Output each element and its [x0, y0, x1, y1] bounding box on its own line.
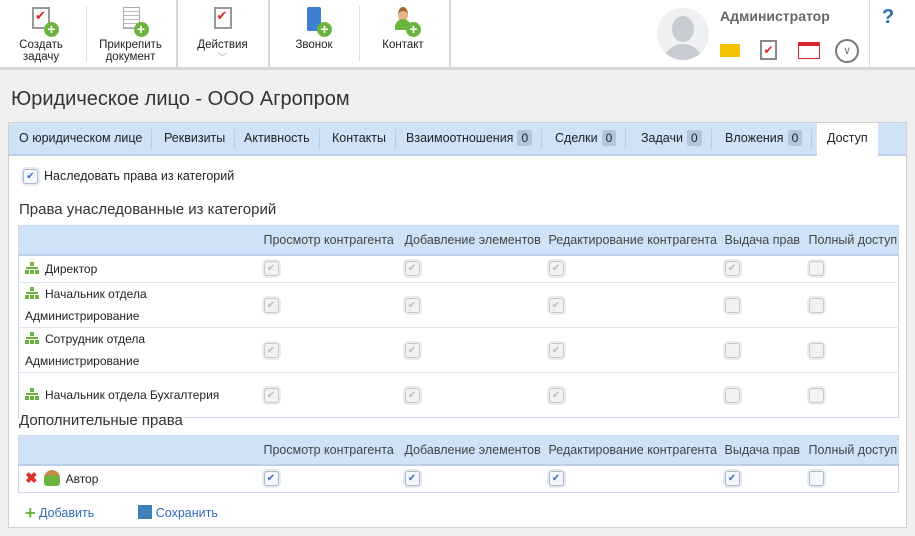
save-icon: [137, 505, 152, 519]
attach-document-button[interactable]: + Прикрепить документ: [93, 0, 168, 67]
right-checkbox: ✔: [724, 261, 740, 277]
org-structure-icon: [25, 261, 39, 274]
chevron-down-icon: ﹀: [217, 53, 228, 64]
table-row: ✖ Автор ✔ ✔ ✔ ✔: [18, 464, 899, 493]
role-name: Сотрудник отдела Администрирование: [25, 332, 146, 368]
right-checkbox: [724, 387, 740, 403]
content-panel: О юридическом лице Реквизиты Активность Кон…: [8, 122, 907, 528]
count-badge: 0: [686, 130, 702, 146]
org-structure-icon: [25, 332, 39, 344]
tasks-icon[interactable]: ✔: [760, 40, 777, 60]
right-checkbox: [808, 342, 824, 358]
tab-8[interactable]: Доступ: [817, 123, 878, 156]
phone-add-icon: +: [299, 5, 332, 37]
right-checkbox: ✔: [548, 342, 564, 358]
tab-1[interactable]: Реквизиты: [154, 123, 236, 154]
actions-button[interactable]: Действия﹀: [185, 0, 260, 67]
column-header: Просмотр контрагента: [255, 225, 397, 256]
tab-3[interactable]: Контакты: [322, 123, 396, 154]
tab-4[interactable]: Взаимоотношения 0: [396, 123, 543, 154]
create-task-button[interactable]: +Создать задачу: [10, 0, 72, 67]
delete-icon[interactable]: ✖: [25, 470, 38, 487]
right-checkbox: [724, 297, 740, 313]
column-header: Полный доступ: [800, 435, 899, 466]
right-checkbox: [724, 342, 740, 358]
user-role-icon: [43, 469, 60, 486]
checkbox[interactable]: ✔: [23, 169, 38, 185]
calendar-icon[interactable]: [798, 42, 820, 59]
user-avatar[interactable]: [657, 8, 709, 60]
right-checkbox: [808, 387, 824, 403]
column-header: Выдача прав: [716, 435, 801, 466]
user-name[interactable]: Администратор: [720, 8, 830, 24]
add-button[interactable]: + Добавить: [25, 503, 114, 523]
org-structure-icon: [25, 388, 39, 400]
right-checkbox[interactable]: ✔: [404, 471, 420, 487]
tab-2[interactable]: Активность: [234, 123, 320, 154]
count-badge: 0: [517, 130, 533, 146]
right-checkbox[interactable]: ✔: [724, 471, 740, 487]
additional-rights-heading: Дополнительные права: [19, 412, 183, 429]
right-checkbox: ✔: [404, 342, 420, 358]
right-checkbox[interactable]: ✔: [263, 471, 279, 487]
task-add-icon: +: [26, 5, 59, 37]
column-header: Полный доступ: [800, 225, 899, 256]
plus-icon: +: [25, 503, 36, 523]
right-checkbox: ✔: [548, 261, 564, 277]
mail-icon[interactable]: [720, 44, 740, 57]
right-checkbox: ✔: [548, 297, 564, 313]
column-header: Добавление элементов: [396, 225, 541, 256]
column-header: Выдача прав: [716, 225, 801, 256]
column-header: Добавление элементов: [396, 435, 541, 466]
right-checkbox[interactable]: ✔: [548, 471, 564, 487]
column-header: Просмотр контрагента: [255, 435, 397, 466]
document-add-icon: +: [116, 5, 149, 37]
right-checkbox: [808, 297, 824, 313]
right-checkbox: ✔: [404, 387, 420, 403]
role-name: Начальник отдела Бухгалтерия: [45, 388, 220, 402]
org-structure-icon: [25, 287, 39, 299]
right-checkbox: ✔: [404, 261, 420, 277]
role-name: Автор: [65, 471, 99, 486]
right-checkbox: ✔: [548, 387, 564, 403]
call-button[interactable]: + Звонок: [283, 0, 345, 67]
table-row: Сотрудник отдела Администрирование ✔ ✔ ✔: [18, 327, 899, 373]
additional-rights-table: Просмотр контрагента Добавление элементов…: [18, 435, 899, 493]
right-checkbox: ✔: [263, 342, 279, 358]
right-checkbox: ✔: [263, 261, 279, 277]
right-checkbox: [808, 261, 824, 277]
table-row: Директор ✔ ✔ ✔ ✔: [18, 254, 899, 283]
column-header: Редактирование контрагента: [540, 225, 717, 256]
table-row: Начальник отдела Администрирование ✔ ✔ ✔: [18, 282, 899, 328]
tab-5[interactable]: Сделки 0: [545, 123, 627, 154]
save-button[interactable]: Сохранить: [137, 505, 238, 520]
count-badge: 0: [787, 130, 803, 146]
tab-bar: О юридическом лице Реквизиты Активность Кон…: [9, 123, 906, 156]
page-title: Юридическое лицо - ООО Агропром: [11, 88, 350, 110]
role-name: Начальник отдела Администрирование: [25, 287, 147, 323]
right-checkbox[interactable]: [808, 471, 824, 487]
toolbar: +Создать задачу +Прикрепить документ Дей…: [0, 0, 915, 70]
count-badge: 0: [601, 130, 617, 146]
inherited-rights-heading: Права унаследованные из категорий: [19, 201, 277, 218]
right-checkbox: ✔: [263, 297, 279, 313]
right-checkbox: ✔: [263, 387, 279, 403]
task-icon: [208, 5, 238, 35]
table-row: Начальник отдела Бухгалтерия ✔ ✔ ✔: [18, 372, 899, 418]
contact-add-icon: +: [388, 5, 421, 37]
help-button[interactable]: ?: [882, 6, 894, 29]
chevron-circle-icon[interactable]: ∨: [835, 39, 859, 63]
tab-7[interactable]: Вложения 0: [715, 123, 813, 154]
right-checkbox: ✔: [404, 297, 420, 313]
tab-6[interactable]: Задачи 0: [631, 123, 712, 154]
inherit-rights-checkbox[interactable]: ✔ Наследовать права из категорий: [23, 169, 234, 185]
column-header: Редактирование контрагента: [540, 435, 717, 466]
contact-button[interactable]: + Контакт: [372, 0, 434, 67]
role-name: Директор: [45, 261, 98, 276]
tab-0[interactable]: О юридическом лице: [9, 123, 153, 154]
inherited-rights-table: Просмотр контрагента Добавление элементов…: [18, 225, 899, 418]
